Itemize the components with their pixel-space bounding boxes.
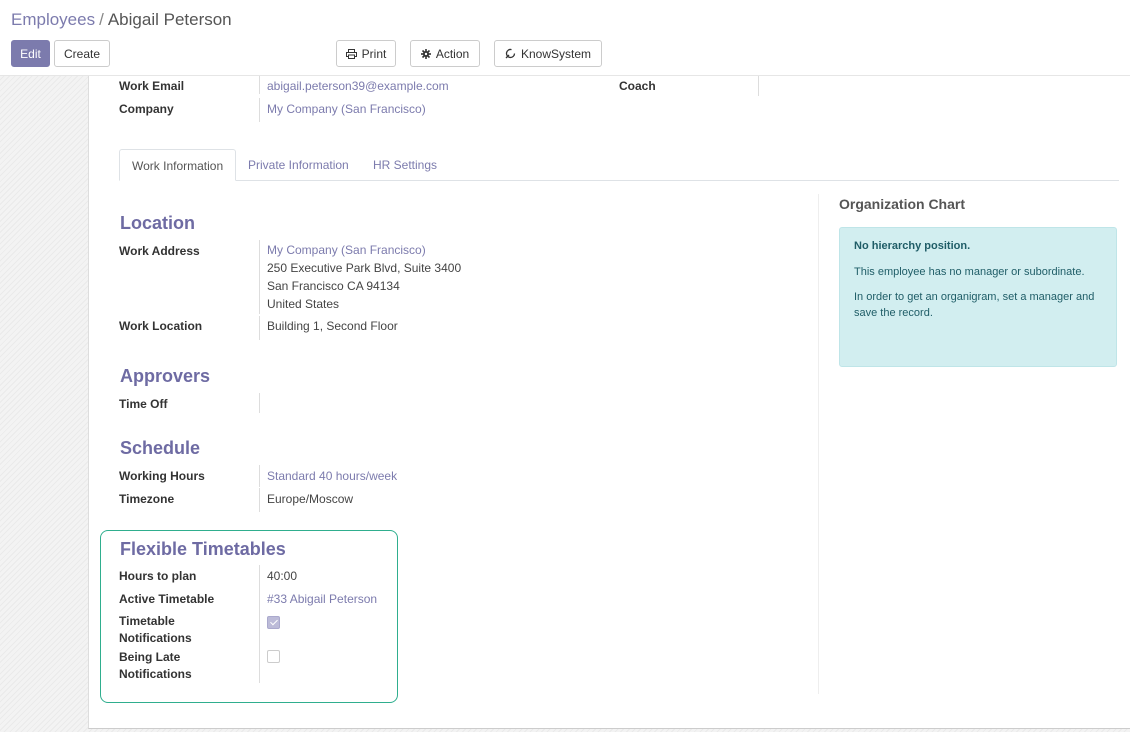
edit-button-label: Edit — [20, 46, 41, 61]
breadcrumb-separator: / — [99, 10, 104, 29]
field-separator — [259, 565, 260, 683]
create-button-label: Create — [63, 46, 101, 61]
company-link[interactable]: My Company (San Francisco) — [267, 100, 426, 118]
field-separator — [259, 393, 260, 413]
hours-to-plan-label: Hours to plan — [119, 569, 197, 583]
working-hours-label: Working Hours — [119, 469, 205, 483]
approvers-section-title: Approvers — [120, 366, 211, 386]
field-separator — [259, 488, 260, 512]
coach-label: Coach — [619, 79, 656, 93]
form-sheet: Work Email abigail.peterson39@example.co… — [88, 76, 1130, 729]
address-street: 250 Executive Park Blvd, Suite 3400 — [267, 261, 462, 275]
active-timetable-link[interactable]: #33 Abigail Peterson — [267, 590, 377, 608]
field-separator — [758, 76, 759, 96]
being-late-notifications-label-line1: Being Late — [119, 650, 181, 664]
create-button[interactable]: Create — [54, 40, 110, 67]
print-button-label: Print — [361, 46, 387, 61]
print-button[interactable]: Print — [336, 40, 396, 67]
alert-text-instructions: In order to get an organigram, set a man… — [854, 291, 1095, 319]
action-button-label: Action — [435, 46, 470, 61]
knowsystem-button-label: KnowSystem — [520, 46, 592, 61]
timetable-notifications-label-line1: Timetable — [119, 614, 175, 628]
alert-title: No hierarchy position. — [854, 240, 971, 252]
field-separator — [259, 316, 260, 340]
organization-chart-title: Organization Chart — [839, 196, 966, 212]
work-address-label: Work Address — [119, 244, 200, 258]
company-label: Company — [119, 102, 174, 116]
active-timetable-label: Active Timetable — [119, 592, 215, 606]
work-location-value: Building 1, Second Floor — [267, 319, 398, 333]
tab-work-information[interactable]: Work Information — [119, 149, 237, 181]
work-email-link[interactable]: abigail.peterson39@example.com — [267, 77, 449, 95]
field-separator — [259, 76, 260, 94]
action-button[interactable]: Action — [410, 40, 480, 67]
edit-button[interactable]: Edit — [11, 40, 50, 67]
schedule-section-title: Schedule — [120, 438, 201, 458]
breadcrumb: Employees / Abigail Peterson — [11, 10, 232, 30]
work-location-label: Work Location — [119, 319, 203, 333]
column-divider — [818, 194, 819, 694]
tab-hr-settings[interactable]: HR Settings — [361, 149, 449, 181]
breadcrumb-current: Abigail Peterson — [107, 10, 232, 29]
flexible-timetables-section-title: Flexible Timetables — [120, 539, 286, 559]
being-late-notifications-checkbox[interactable] — [267, 650, 280, 663]
working-hours-link[interactable]: Standard 40 hours/week — [267, 467, 397, 485]
address-country: United States — [267, 297, 340, 311]
control-panel: Employees / Abigail Peterson Edit Create P… — [0, 0, 1130, 76]
tab-private-information[interactable]: Private Information — [236, 149, 361, 181]
timezone-value: Europe/Moscow — [267, 492, 354, 506]
timetable-notifications-label-line2: Notifications — [119, 631, 192, 645]
alert-text-no-manager: This employee has no manager or subordin… — [854, 266, 1085, 278]
breadcrumb-employees-link[interactable]: Employees — [11, 10, 95, 29]
time-off-label: Time Off — [119, 397, 168, 411]
field-separator — [259, 240, 260, 314]
print-icon — [345, 48, 357, 59]
timetable-notifications-checkbox[interactable] — [267, 616, 280, 629]
field-separator — [259, 465, 260, 487]
being-late-notifications-label-line2: Notifications — [119, 667, 192, 681]
gear-icon — [420, 48, 431, 59]
location-section-title: Location — [120, 213, 195, 233]
knowsystem-button[interactable]: KnowSystem — [494, 40, 602, 67]
notebook-tabs: Work Information Private Information HR … — [119, 149, 1119, 181]
timezone-label: Timezone — [119, 492, 175, 506]
knowsystem-icon — [505, 48, 516, 59]
work-email-label: Work Email — [119, 79, 185, 93]
organization-chart-alert: No hierarchy position. This employee has… — [839, 227, 1117, 367]
field-separator — [259, 98, 260, 122]
address-city: San Francisco CA 94134 — [267, 279, 400, 293]
work-address-link[interactable]: My Company (San Francisco) — [267, 241, 426, 259]
hours-to-plan-value: 40:00 — [267, 569, 298, 583]
